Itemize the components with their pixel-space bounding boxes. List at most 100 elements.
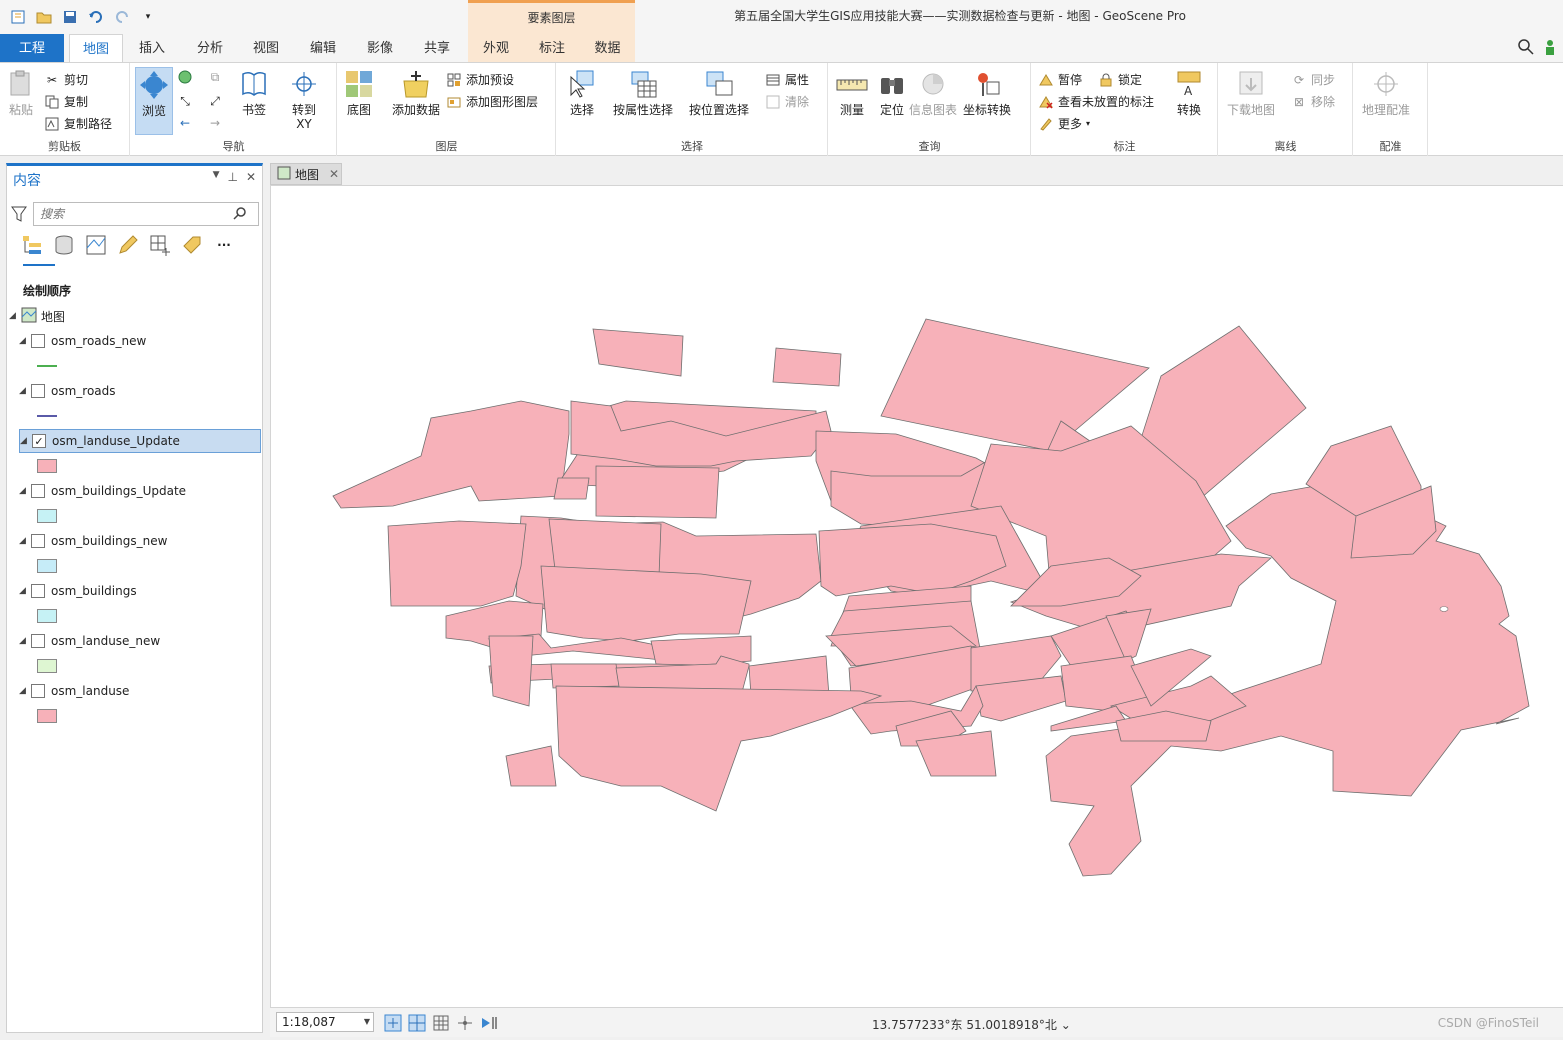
line-symbol[interactable] xyxy=(37,415,57,417)
explore-button[interactable]: 浏览 xyxy=(135,67,173,135)
landuse-map[interactable] xyxy=(271,186,1563,1008)
layer-visibility-checkbox[interactable] xyxy=(31,584,45,598)
labeling-tag-icon[interactable] xyxy=(181,234,203,256)
download-map-button[interactable]: 下载地图 xyxy=(1227,67,1275,117)
fixed-zoom-in-button[interactable]: ⤡ xyxy=(177,93,193,109)
tab-labeling[interactable]: 标注 xyxy=(524,34,580,62)
layer-row[interactable]: ◢ osm_buildings_new xyxy=(19,529,167,553)
map-view-tab[interactable]: 地图 ✕ xyxy=(270,163,342,185)
layer-row[interactable]: ◢ osm_landuse xyxy=(19,679,129,703)
layer-row[interactable]: ◢ osm_roads xyxy=(19,379,116,403)
more-views-icon[interactable]: ··· xyxy=(213,234,235,256)
georeference-button[interactable]: 地理配准 xyxy=(1362,67,1410,117)
collapse-layer-icon[interactable]: ◢ xyxy=(19,486,31,496)
chevron-down-icon[interactable]: ⌄ xyxy=(1061,1018,1071,1032)
tab-imagery[interactable]: 影像 xyxy=(356,34,404,62)
goto-xy-button[interactable]: 转到 XY xyxy=(287,67,321,131)
pause-labels-button[interactable]: 暂停 xyxy=(1038,71,1082,88)
editing-pencil-icon[interactable] xyxy=(117,234,139,256)
filter-icon[interactable] xyxy=(11,205,27,226)
layer-visibility-checkbox[interactable] xyxy=(31,684,45,698)
view-unplaced-button[interactable]: 查看未放置的标注 xyxy=(1038,93,1154,110)
landuse-polygon[interactable] xyxy=(550,663,620,689)
collapse-layer-icon[interactable]: ◢ xyxy=(19,386,31,396)
fill-symbol-swatch[interactable] xyxy=(37,509,57,523)
select-by-attributes-button[interactable]: 按属性选择 xyxy=(613,67,673,117)
selection-view-icon[interactable] xyxy=(85,234,107,256)
tab-project[interactable]: 工程 xyxy=(0,34,64,62)
tab-appearance[interactable]: 外观 xyxy=(468,34,524,62)
coord-convert-button[interactable]: 坐标转换 xyxy=(963,67,1011,117)
back-button[interactable]: ← xyxy=(177,115,193,131)
landuse-polygon[interactable] xyxy=(818,523,1007,597)
collapse-layer-icon[interactable]: ◢ xyxy=(19,636,31,646)
add-data-button[interactable]: 添加数据 xyxy=(392,67,440,117)
forward-button[interactable]: → xyxy=(207,115,223,131)
select-by-location-button[interactable]: 按位置选择 xyxy=(689,67,749,117)
map-canvas[interactable] xyxy=(270,185,1563,1007)
copy-button[interactable]: 复制 xyxy=(44,93,88,110)
layer-visibility-checkbox[interactable]: ✓ xyxy=(32,434,46,448)
bookmarks-button[interactable]: 书签 xyxy=(237,67,271,117)
pin-icon[interactable]: ⊥ xyxy=(227,170,237,184)
more-labeling-button[interactable]: 更多 ▾ xyxy=(1038,115,1090,132)
landuse-polygon[interactable] xyxy=(540,565,752,642)
cut-button[interactable]: ✂ 剪切 xyxy=(44,71,88,88)
search-icon[interactable] xyxy=(1517,38,1535,59)
landuse-polygon[interactable] xyxy=(387,520,527,607)
full-extent-button[interactable] xyxy=(177,69,193,85)
undo-icon[interactable] xyxy=(86,7,106,27)
landuse-polygon[interactable] xyxy=(332,400,570,509)
fixed-zoom-out-button[interactable]: ⤢ xyxy=(207,93,223,109)
paste-button[interactable]: 粘贴 xyxy=(4,67,38,117)
data-source-icon[interactable] xyxy=(53,234,75,256)
tab-map[interactable]: 地图 xyxy=(69,34,123,62)
add-graphics-layer-button[interactable]: 添加图形图层 xyxy=(446,93,538,110)
grid-icon[interactable] xyxy=(432,1014,450,1035)
drawing-order-icon[interactable] xyxy=(21,234,43,256)
open-project-icon[interactable] xyxy=(34,7,54,27)
save-project-icon[interactable] xyxy=(60,7,80,27)
layer-visibility-checkbox[interactable] xyxy=(31,384,45,398)
redo-icon[interactable] xyxy=(112,7,132,27)
layer-visibility-checkbox[interactable] xyxy=(31,484,45,498)
measure-button[interactable]: 测量 xyxy=(835,67,869,117)
fill-symbol-swatch[interactable] xyxy=(37,609,57,623)
landuse-polygon[interactable] xyxy=(772,347,842,387)
remove-offline-button[interactable]: ⊠ 移除 xyxy=(1291,93,1335,110)
pause-draw-icon[interactable] xyxy=(480,1014,498,1035)
lock-labels-button[interactable]: 锁定 xyxy=(1098,71,1142,88)
landuse-polygon[interactable] xyxy=(555,685,883,812)
layer-row[interactable]: ◢ osm_buildings_Update xyxy=(19,479,186,503)
customize-qat-icon[interactable]: ▾ xyxy=(138,7,158,27)
layer-visibility-checkbox[interactable] xyxy=(31,334,45,348)
collapse-layer-icon[interactable]: ◢ xyxy=(19,586,31,596)
close-icon[interactable]: ✕ xyxy=(246,170,256,184)
tab-analysis[interactable]: 分析 xyxy=(185,34,235,62)
collapse-layer-icon[interactable]: ◢ xyxy=(19,686,31,696)
locate-button[interactable]: 定位 xyxy=(875,67,909,117)
landuse-polygon[interactable] xyxy=(592,328,684,377)
fill-symbol-swatch[interactable] xyxy=(37,559,57,573)
landuse-polygon[interactable] xyxy=(488,635,534,707)
grid-snap-icon[interactable] xyxy=(408,1014,426,1035)
new-project-icon[interactable] xyxy=(8,7,28,27)
fill-symbol-swatch[interactable] xyxy=(37,459,57,473)
tab-insert[interactable]: 插入 xyxy=(128,34,176,62)
sync-button[interactable]: ⟳ 同步 xyxy=(1291,71,1335,88)
collapse-layer-icon[interactable]: ◢ xyxy=(20,436,32,446)
previous-extent-button[interactable]: ⧉ xyxy=(207,69,223,85)
fill-symbol-swatch[interactable] xyxy=(37,709,57,723)
convert-labels-button[interactable]: A 转换 xyxy=(1172,67,1206,117)
search-input[interactable] xyxy=(33,202,259,226)
landuse-polygon[interactable] xyxy=(880,318,1150,452)
tab-share[interactable]: 共享 xyxy=(413,34,461,62)
add-preset-button[interactable]: 添加预设 xyxy=(446,71,514,88)
layer-row[interactable]: ◢ osm_roads_new xyxy=(19,329,146,353)
basemap-button[interactable]: 底图 xyxy=(342,67,376,117)
layer-visibility-checkbox[interactable] xyxy=(31,534,45,548)
layer-row[interactable]: ◢ osm_buildings xyxy=(19,579,137,603)
infographics-button[interactable]: 信息图表 xyxy=(909,67,957,117)
copy-path-button[interactable]: 复制路径 xyxy=(44,115,112,132)
collapse-layer-icon[interactable]: ◢ xyxy=(19,536,31,546)
